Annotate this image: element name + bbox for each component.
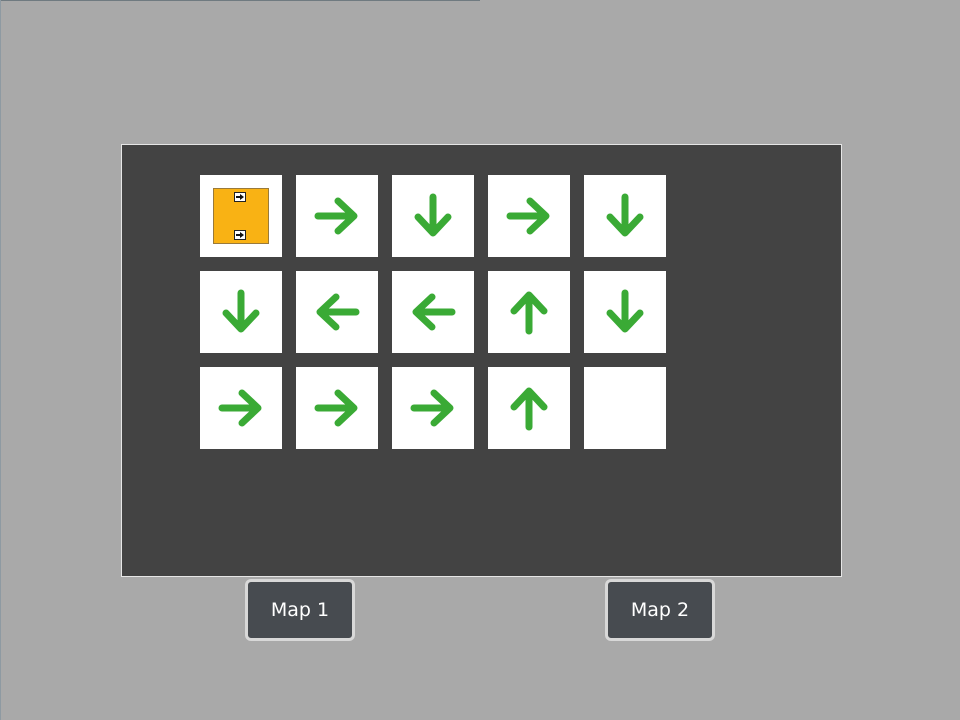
tile-arrow-right[interactable] — [488, 175, 570, 257]
arrow-up-icon — [510, 387, 548, 431]
tile-player[interactable] — [200, 175, 282, 257]
tile-arrow-left[interactable] — [392, 271, 474, 353]
left-border — [0, 0, 1, 720]
arrow-right-icon — [218, 389, 262, 427]
tile-arrow-down[interactable] — [584, 271, 666, 353]
arrow-right-icon — [314, 389, 358, 427]
arrow-right-icon — [234, 192, 246, 202]
arrow-down-icon — [606, 289, 644, 333]
tile-arrow-right[interactable] — [392, 367, 474, 449]
tile-arrow-up[interactable] — [488, 271, 570, 353]
tile-arrow-down[interactable] — [584, 175, 666, 257]
top-border — [0, 0, 480, 1]
arrow-down-icon — [414, 193, 452, 237]
arrow-right-icon — [314, 197, 358, 235]
tile-arrow-down[interactable] — [200, 271, 282, 353]
tile-arrow-up[interactable] — [488, 367, 570, 449]
arrow-right-icon — [410, 389, 454, 427]
arrow-left-icon — [412, 293, 456, 331]
arrow-left-icon — [316, 293, 360, 331]
tile-arrow-right[interactable] — [296, 367, 378, 449]
arrow-down-icon — [222, 289, 260, 333]
tile-arrow-down[interactable] — [392, 175, 474, 257]
map-2-button[interactable]: Map 2 — [605, 579, 715, 641]
tile-arrow-left[interactable] — [296, 271, 378, 353]
game-screen: Map 1 Map 2 — [0, 0, 960, 720]
player-token[interactable] — [213, 188, 269, 244]
map-1-button[interactable]: Map 1 — [245, 579, 355, 641]
tile-empty[interactable] — [584, 367, 666, 449]
arrow-down-icon — [606, 193, 644, 237]
arrow-right-icon — [234, 230, 246, 240]
arrow-right-icon — [506, 197, 550, 235]
tile-arrow-right[interactable] — [200, 367, 282, 449]
arrow-up-icon — [510, 291, 548, 335]
tile-arrow-right[interactable] — [296, 175, 378, 257]
game-board — [121, 144, 842, 577]
